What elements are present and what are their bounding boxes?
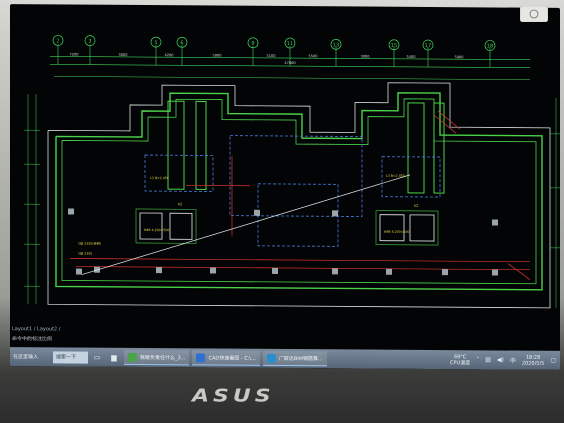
dimension-text: 5000: [455, 55, 464, 59]
cad-note: L3 B=2.450: [150, 176, 169, 180]
taskbar: 在这里输入 搜索一下 ▭ ▆ 我敢负责任什么_3... CAD快速看图 - C:…: [10, 347, 560, 370]
volume-icon[interactable]: ◀): [497, 356, 504, 363]
cad-note: 1层 2350: [78, 251, 92, 256]
left-dimension-ladder: [24, 94, 40, 305]
taskbar-app-label: 广联达BIM钢筋算...: [278, 355, 323, 362]
cad-viewer-icon: [196, 352, 206, 362]
axis-label: 17: [425, 43, 431, 49]
cpu-label: CPU温度: [450, 359, 471, 366]
taskbar-app-cad-viewer[interactable]: CAD快速看图 - C:\...: [192, 350, 260, 366]
axis-label: 6: [180, 40, 183, 46]
cad-note: KZ: [414, 204, 419, 208]
cad-note: 1层 2350(参照): [78, 241, 101, 246]
right-dimension-ladder: [550, 97, 560, 308]
laptop-screen: 2 3 5 6 9 11 13 15 17 18 7200 3000 4200 …: [10, 4, 560, 370]
notification-icon[interactable]: ▢: [550, 357, 556, 364]
cad-note: 6Φ8 4.200=500: [144, 228, 169, 232]
dimension-text: 5100: [267, 54, 276, 58]
clock-date: 2020/5/5: [521, 360, 545, 367]
ime-icon[interactable]: 中: [510, 356, 516, 365]
cad-note: KZ: [178, 202, 183, 206]
cad-note: 6Φ8 4.200=500: [384, 230, 409, 234]
axis-label: 5: [154, 40, 157, 46]
axis-label: 11: [287, 41, 293, 47]
axis-label: 9: [251, 41, 254, 47]
axis-label: 2: [56, 38, 59, 44]
overlay-widget-icon: [520, 6, 548, 22]
axis-label: 15: [391, 43, 397, 49]
overall-dimension-text: 47000: [284, 61, 295, 65]
measure-line: [81, 174, 411, 275]
system-tray: 69°C CPU温度 ˄ ▤ ◀) 中 18:28 2020/5/5 ▢: [450, 351, 556, 369]
wall-outline-inner: [61, 98, 537, 285]
network-icon[interactable]: ▤: [485, 356, 491, 363]
glodon-icon: [266, 353, 276, 363]
clock[interactable]: 18:28 2020/5/5: [522, 354, 544, 366]
cad-notes: KZ KZ 6Φ8 4.200=500 6Φ8 4.200=500 L3 B=2…: [78, 174, 419, 256]
start-search-label[interactable]: 在这里输入: [13, 353, 53, 360]
taskbar-app-glodon[interactable]: 广联达BIM钢筋算...: [262, 350, 327, 367]
dimension-text: 5000: [213, 53, 222, 57]
command-line[interactable]: 命令中的标注比例: [12, 335, 52, 342]
taskbar-app-label: CAD快速看图 - C:\...: [208, 354, 256, 362]
chevron-up-icon[interactable]: ˄: [476, 356, 479, 363]
axis-label: 18: [487, 43, 493, 49]
dimension-texts: 7200 3000 4200 5000 5100 5500 3000 5400 …: [70, 52, 464, 65]
task-view-icon[interactable]: ▭: [90, 351, 104, 363]
taskbar-app-label: 我敢负责任什么_3...: [140, 354, 186, 361]
dimension-text: 3000: [119, 53, 128, 57]
shaft-right: [407, 102, 425, 194]
cad-drawing-canvas[interactable]: 2 3 5 6 9 11 13 15 17 18 7200 3000 4200 …: [10, 4, 560, 351]
layout-tabs[interactable]: Layout1 / Layout2 /: [12, 326, 61, 332]
dimension-text: 7200: [70, 52, 79, 56]
axis-label: 13: [333, 42, 339, 48]
dimension-text: 5400: [407, 55, 416, 59]
brand-logo: ASUS: [192, 386, 275, 407]
stair-shaft-left-2: [195, 100, 207, 190]
dimension-row-2: [54, 76, 530, 80]
search-box[interactable]: 搜索一下: [53, 350, 88, 364]
red-annotation-lines: [70, 110, 531, 280]
cad-note: L3 B=2.450: [386, 174, 405, 178]
taskbar-app-wechat[interactable]: 我敢负责任什么_3...: [124, 349, 190, 366]
axis-label: 3: [88, 39, 91, 45]
dimension-text: 4200: [165, 53, 174, 57]
cpu-temperature[interactable]: 69°C CPU温度: [450, 354, 470, 366]
dimension-text: 5500: [309, 54, 318, 58]
dimension-text: 3000: [361, 55, 370, 59]
wechat-icon: [128, 352, 137, 362]
pile-caps: [139, 212, 435, 242]
file-explorer-icon[interactable]: ▆: [107, 351, 121, 363]
